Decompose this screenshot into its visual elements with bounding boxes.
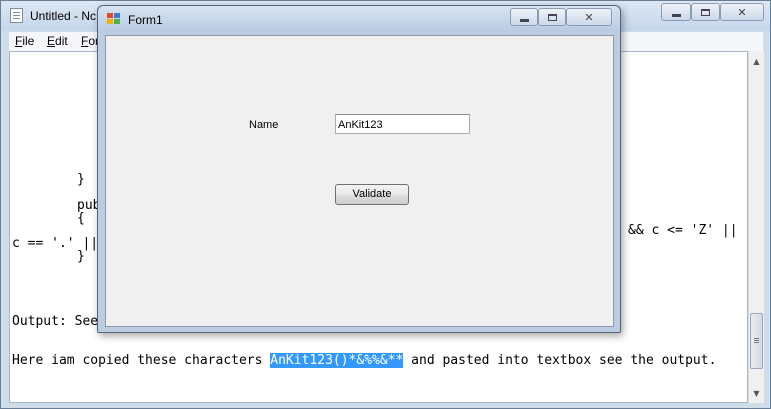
notepad-window-title: Untitled - Nc bbox=[30, 9, 97, 23]
menu-edit[interactable]: Edit bbox=[47, 34, 68, 48]
selected-text: AnKit123()*&%%&** bbox=[270, 353, 404, 368]
copied-characters-line: Here iam copied these characters AnKit12… bbox=[12, 353, 717, 368]
notepad-maximize-button[interactable] bbox=[691, 3, 720, 21]
output-line: Output: See bbox=[12, 314, 99, 329]
code-line: } bbox=[77, 172, 85, 187]
form1-window: Form1 ✕ Name Validate bbox=[97, 5, 621, 333]
minimize-icon bbox=[519, 18, 529, 22]
form1-window-title: Form1 bbox=[128, 13, 163, 27]
menu-file[interactable]: File bbox=[15, 34, 34, 48]
form1-title-bar[interactable]: Form1 ✕ bbox=[98, 6, 620, 32]
code-line: c == '.' || bbox=[12, 236, 99, 251]
scroll-up-arrow-icon[interactable]: ▲ bbox=[749, 53, 764, 69]
notepad-vertical-scrollbar[interactable]: ▲ ▼ bbox=[748, 51, 764, 403]
code-line: { bbox=[77, 211, 85, 226]
form-app-icon bbox=[107, 13, 121, 26]
name-label: Name bbox=[249, 119, 279, 131]
scrollbar-thumb[interactable] bbox=[750, 313, 763, 369]
form1-close-button[interactable]: ✕ bbox=[566, 8, 612, 26]
notepad-minimize-button[interactable] bbox=[661, 3, 691, 21]
restore-icon bbox=[547, 13, 557, 21]
close-icon: ✕ bbox=[584, 10, 594, 24]
form1-maximize-button[interactable] bbox=[538, 8, 566, 26]
form1-client-area: Name Validate bbox=[105, 35, 614, 327]
code-line: && c <= 'Z' || bbox=[628, 223, 738, 238]
validate-button[interactable]: Validate bbox=[335, 184, 409, 205]
notepad-close-button[interactable]: ✕ bbox=[720, 3, 764, 21]
close-icon: ✕ bbox=[737, 5, 747, 19]
notepad-app-icon bbox=[10, 8, 23, 23]
scroll-down-arrow-icon[interactable]: ▼ bbox=[749, 385, 764, 401]
restore-icon bbox=[701, 8, 710, 16]
minimize-icon bbox=[671, 13, 681, 17]
form1-minimize-button[interactable] bbox=[510, 8, 538, 26]
name-input[interactable] bbox=[335, 114, 470, 134]
code-line: } bbox=[77, 249, 85, 264]
